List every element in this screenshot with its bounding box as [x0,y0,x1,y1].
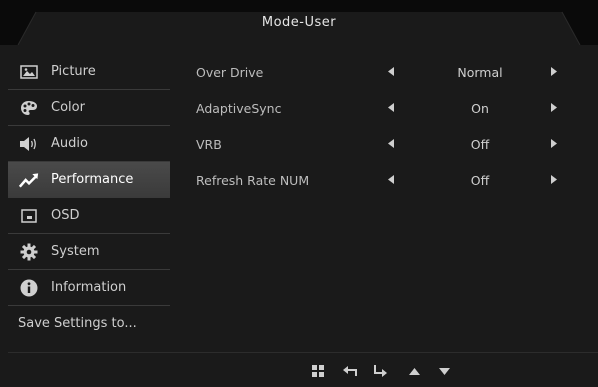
arrow-right-icon[interactable] [551,67,557,76]
osd-icon [19,207,39,225]
sidebar-item-label: Color [51,100,85,115]
save-settings-button[interactable]: Save Settings to... [8,306,180,341]
sidebar-item-picture[interactable]: Picture [8,54,170,90]
setting-row-vrb[interactable]: VRB Off [196,126,576,162]
arrow-right-icon[interactable] [551,175,557,184]
settings-panel: Over Drive Normal AdaptiveSync On VRB Of… [196,54,576,198]
info-icon [19,279,39,297]
up-arrow-icon[interactable] [406,363,422,379]
setting-label: Over Drive [196,64,264,80]
sidebar-item-information[interactable]: Information [8,270,170,306]
mode-title: Mode-User [261,15,337,30]
setting-value: On [471,100,489,116]
menu-grid-icon[interactable] [310,363,326,379]
setting-label: AdaptiveSync [196,100,282,116]
back-icon[interactable] [342,363,358,379]
arrow-right-icon[interactable] [551,139,557,148]
sidebar-item-color[interactable]: Color [8,90,170,126]
setting-value: Normal [457,64,503,80]
sidebar-item-audio[interactable]: Audio [8,126,170,162]
header: Mode-User [0,0,598,45]
sidebar-item-label: Picture [51,64,96,79]
footer-nav [8,352,598,387]
setting-row-refresh-rate-num[interactable]: Refresh Rate NUM Off [196,162,576,198]
setting-row-adaptivesync[interactable]: AdaptiveSync On [196,90,576,126]
sidebar-item-label: OSD [51,208,80,223]
setting-row-over-drive[interactable]: Over Drive Normal [196,54,576,90]
enter-icon[interactable] [372,363,388,379]
arrow-left-icon[interactable] [388,103,394,112]
trend-icon [19,171,39,189]
down-arrow-icon[interactable] [436,363,452,379]
setting-label: VRB [196,136,222,152]
setting-label: Refresh Rate NUM [196,172,310,188]
setting-value: Off [470,136,490,152]
arrow-left-icon[interactable] [388,67,394,76]
arrow-left-icon[interactable] [388,175,394,184]
sidebar: Picture Color Audio Performance OSD Syst… [8,54,170,341]
sidebar-item-system[interactable]: System [8,234,170,270]
save-settings-label: Save Settings to... [18,316,137,331]
osd-window: Mode-User Picture Color Audio Performanc… [0,0,598,386]
speaker-icon [19,135,39,153]
arrow-right-icon[interactable] [551,103,557,112]
sidebar-item-performance[interactable]: Performance [8,162,170,198]
palette-icon [19,99,39,117]
sidebar-item-label: Information [51,280,127,295]
arrow-left-icon[interactable] [388,139,394,148]
sidebar-item-label: System [51,244,100,259]
sidebar-item-label: Performance [51,172,134,187]
sidebar-item-osd[interactable]: OSD [8,198,170,234]
picture-icon [19,63,39,81]
gear-icon [19,243,39,261]
sidebar-item-label: Audio [51,136,88,151]
setting-value: Off [470,172,490,188]
